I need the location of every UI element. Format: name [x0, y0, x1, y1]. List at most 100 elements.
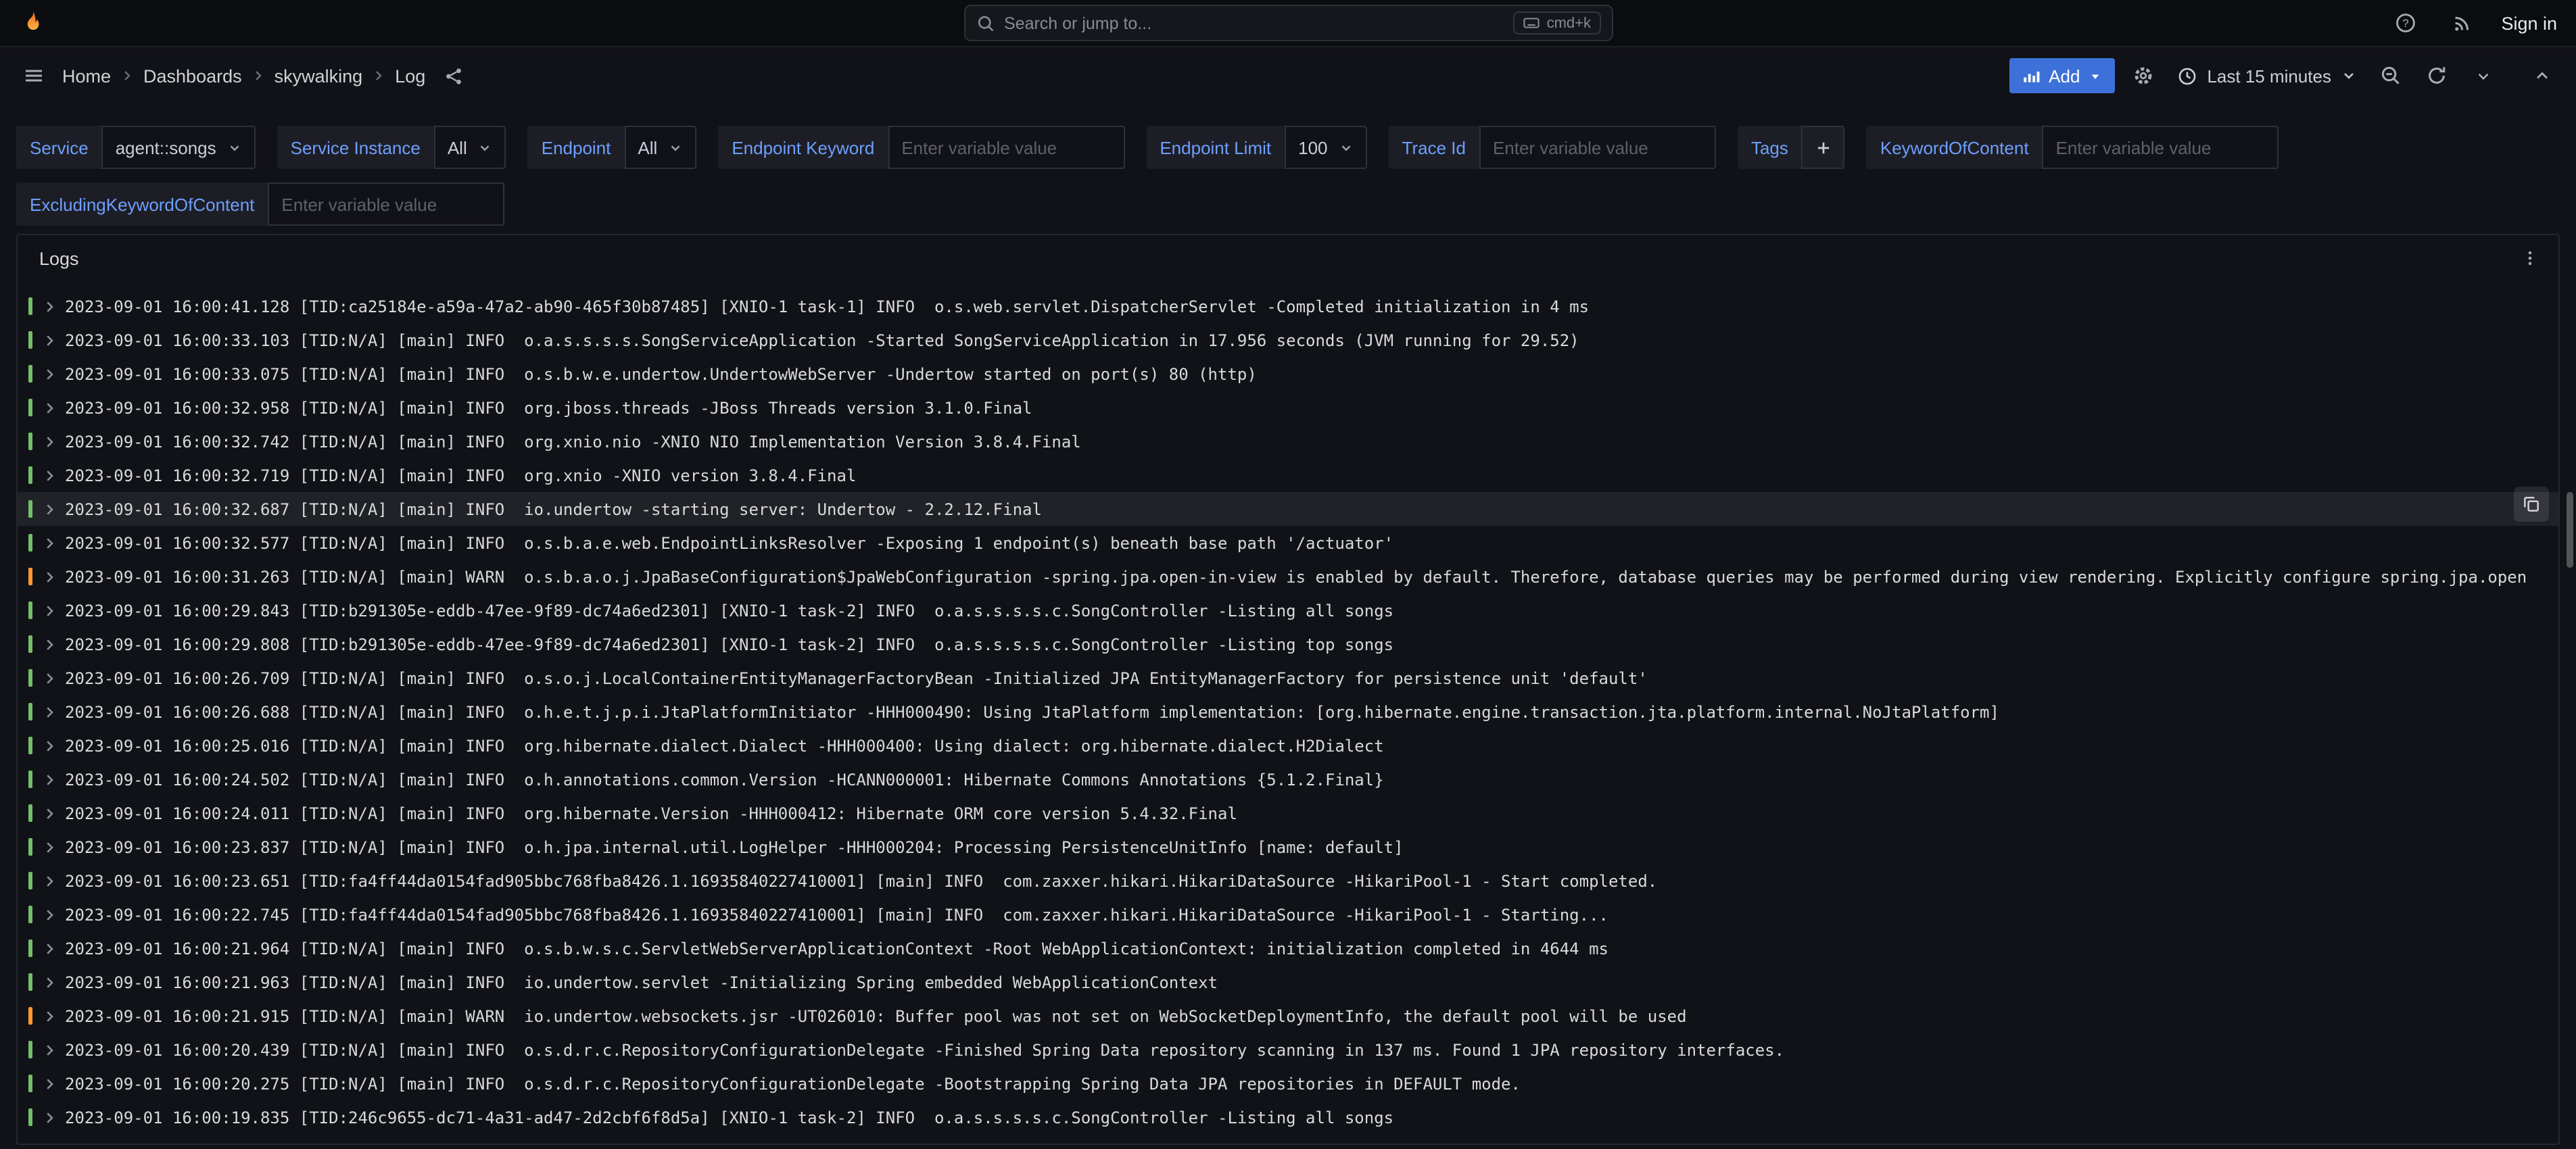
expand-chevron-icon[interactable] [42, 839, 58, 855]
zoom-out-icon[interactable] [2373, 58, 2408, 93]
expand-chevron-icon[interactable] [42, 1109, 58, 1125]
excluding-keyword-of-content-input[interactable] [268, 182, 504, 226]
expand-chevron-icon[interactable] [42, 805, 58, 821]
log-row[interactable]: 2023-09-01 16:00:33.103 [TID:N/A] [main]… [18, 323, 2558, 357]
expand-chevron-icon[interactable] [42, 940, 58, 956]
log-row[interactable]: 2023-09-01 16:00:29.808 [TID:b291305e-ed… [18, 627, 2558, 661]
log-row[interactable]: 2023-09-01 16:00:29.843 [TID:b291305e-ed… [18, 593, 2558, 627]
log-row[interactable]: 2023-09-01 16:00:21.915 [TID:N/A] [main]… [18, 999, 2558, 1033]
caret-down-icon [2088, 68, 2103, 83]
sign-in-link[interactable]: Sign in [2501, 13, 2557, 33]
log-text: 2023-09-01 16:00:31.263 [TID:N/A] [main]… [65, 567, 2558, 586]
scrollbar[interactable] [2567, 492, 2573, 568]
log-row[interactable]: 2023-09-01 16:00:32.958 [TID:N/A] [main]… [18, 391, 2558, 424]
share-icon[interactable] [436, 58, 471, 93]
log-text: 2023-09-01 16:00:24.011 [TID:N/A] [main]… [65, 804, 2558, 823]
log-level-bar [28, 466, 32, 484]
log-row[interactable]: 2023-09-01 16:00:32.687 [TID:N/A] [main]… [18, 492, 2558, 526]
expand-chevron-icon[interactable] [42, 1042, 58, 1058]
rss-news-icon[interactable] [2444, 5, 2479, 41]
log-row[interactable]: 2023-09-01 16:00:26.688 [TID:N/A] [main]… [18, 695, 2558, 729]
time-range-picker[interactable]: Last 15 minutes [2172, 58, 2362, 93]
log-row[interactable]: 2023-09-01 16:00:32.742 [TID:N/A] [main]… [18, 424, 2558, 458]
log-text: 2023-09-01 16:00:29.843 [TID:b291305e-ed… [65, 601, 2558, 620]
expand-chevron-icon[interactable] [42, 873, 58, 889]
endpoint-limit-select[interactable]: 100 [1285, 126, 1366, 169]
dashboard-settings-icon[interactable] [2126, 58, 2161, 93]
menu-toggle-icon[interactable] [16, 58, 51, 93]
log-row[interactable]: 2023-09-01 16:00:24.502 [TID:N/A] [main]… [18, 762, 2558, 796]
service-instance-select[interactable]: All [434, 126, 506, 169]
panel-menu-kebab-icon[interactable] [2512, 241, 2548, 276]
log-row[interactable]: 2023-09-01 16:00:32.719 [TID:N/A] [main]… [18, 458, 2558, 492]
log-row[interactable]: 2023-09-01 16:00:24.011 [TID:N/A] [main]… [18, 796, 2558, 830]
variable-service: Service agent::songs [16, 126, 256, 169]
log-text: 2023-09-01 16:00:24.502 [TID:N/A] [main]… [65, 770, 2558, 789]
logs-panel-header[interactable]: Logs [18, 235, 2558, 281]
add-panel-button[interactable]: Add [2009, 58, 2115, 93]
expand-chevron-icon[interactable] [42, 535, 58, 551]
breadcrumb-skywalking[interactable]: skywalking [275, 66, 363, 86]
expand-chevron-icon[interactable] [42, 1075, 58, 1092]
top-nav: Search or jump to... cmd+k ? [0, 0, 2576, 47]
breadcrumb-home[interactable]: Home [62, 66, 111, 86]
log-row[interactable]: 2023-09-01 16:00:19.835 [TID:246c9655-dc… [18, 1100, 2558, 1134]
add-tag-button[interactable] [1802, 126, 1845, 169]
expand-chevron-icon[interactable] [42, 298, 58, 314]
log-row[interactable]: 2023-09-01 16:00:41.128 [TID:ca25184e-a5… [18, 289, 2558, 323]
log-level-bar [28, 703, 32, 720]
log-row[interactable]: 2023-09-01 16:00:23.651 [TID:fa4ff44da01… [18, 864, 2558, 898]
expand-chevron-icon[interactable] [42, 737, 58, 754]
expand-chevron-icon[interactable] [42, 399, 58, 416]
expand-chevron-icon[interactable] [42, 602, 58, 618]
expand-chevron-icon[interactable] [42, 433, 58, 449]
breadcrumb-current-log[interactable]: Log [395, 66, 425, 86]
collapse-toolbar-icon[interactable] [2525, 58, 2560, 93]
expand-chevron-icon[interactable] [42, 332, 58, 348]
refresh-icon[interactable] [2419, 58, 2454, 93]
log-row[interactable]: 2023-09-01 16:00:20.439 [TID:N/A] [main]… [18, 1033, 2558, 1067]
log-level-bar [28, 500, 32, 518]
copy-log-line-button[interactable] [2514, 487, 2549, 522]
log-row[interactable]: 2023-09-01 16:00:21.963 [TID:N/A] [main]… [18, 965, 2558, 999]
log-row[interactable]: 2023-09-01 16:00:25.016 [TID:N/A] [main]… [18, 729, 2558, 762]
expand-chevron-icon[interactable] [42, 906, 58, 923]
refresh-interval-dropdown-icon[interactable] [2465, 58, 2500, 93]
log-row[interactable]: 2023-09-01 16:00:23.837 [TID:N/A] [main]… [18, 830, 2558, 864]
log-row[interactable]: 2023-09-01 16:00:21.964 [TID:N/A] [main]… [18, 931, 2558, 965]
expand-chevron-icon[interactable] [42, 636, 58, 652]
variable-tags: Tags [1738, 126, 1845, 169]
chevron-down-icon [227, 140, 242, 155]
variable-trace-id: Trace Id [1389, 126, 1716, 169]
trace-id-input[interactable] [1479, 126, 1716, 169]
log-row[interactable]: 2023-09-01 16:00:26.709 [TID:N/A] [main]… [18, 661, 2558, 695]
variable-service-instance-label: Service Instance [277, 126, 434, 169]
log-text: 2023-09-01 16:00:23.837 [TID:N/A] [main]… [65, 837, 2558, 856]
log-text: 2023-09-01 16:00:32.577 [TID:N/A] [main]… [65, 533, 2558, 552]
endpoint-keyword-input[interactable] [888, 126, 1124, 169]
variable-keyword-of-content-label: KeywordOfContent [1867, 126, 2043, 169]
log-row[interactable]: 2023-09-01 16:00:31.263 [TID:N/A] [main]… [18, 560, 2558, 593]
expand-chevron-icon[interactable] [42, 366, 58, 382]
expand-chevron-icon[interactable] [42, 501, 58, 517]
breadcrumb-dashboards[interactable]: Dashboards [143, 66, 242, 86]
log-text: 2023-09-01 16:00:26.709 [TID:N/A] [main]… [65, 668, 2558, 687]
grafana-logo-icon[interactable] [19, 9, 46, 36]
service-select[interactable]: agent::songs [102, 126, 256, 169]
log-row[interactable]: 2023-09-01 16:00:33.075 [TID:N/A] [main]… [18, 357, 2558, 391]
expand-chevron-icon[interactable] [42, 670, 58, 686]
endpoint-select[interactable]: All [624, 126, 696, 169]
log-text: 2023-09-01 16:00:33.103 [TID:N/A] [main]… [65, 331, 2558, 349]
expand-chevron-icon[interactable] [42, 771, 58, 787]
expand-chevron-icon[interactable] [42, 704, 58, 720]
log-row[interactable]: 2023-09-01 16:00:22.745 [TID:fa4ff44da01… [18, 898, 2558, 931]
expand-chevron-icon[interactable] [42, 467, 58, 483]
log-row[interactable]: 2023-09-01 16:00:32.577 [TID:N/A] [main]… [18, 526, 2558, 560]
expand-chevron-icon[interactable] [42, 974, 58, 990]
log-row[interactable]: 2023-09-01 16:00:20.275 [TID:N/A] [main]… [18, 1067, 2558, 1100]
search-bar[interactable]: Search or jump to... cmd+k [963, 5, 1613, 41]
help-icon[interactable]: ? [2387, 5, 2423, 41]
keyword-of-content-input[interactable] [2043, 126, 2279, 169]
expand-chevron-icon[interactable] [42, 568, 58, 585]
expand-chevron-icon[interactable] [42, 1008, 58, 1024]
